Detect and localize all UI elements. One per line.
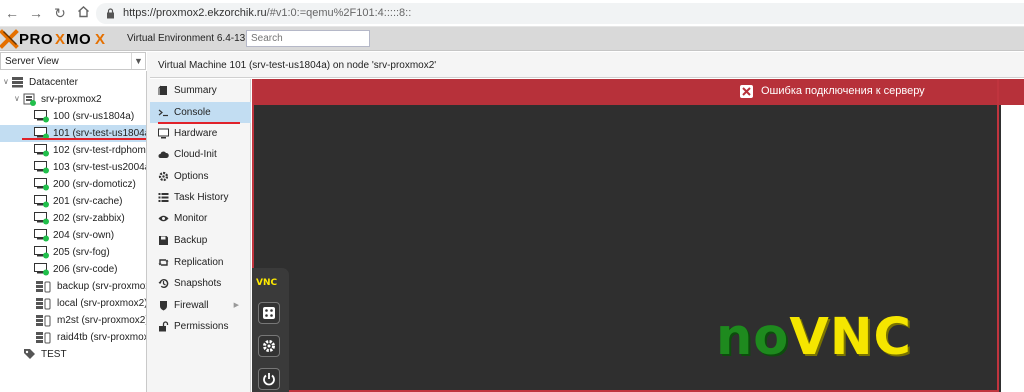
collapse-icon[interactable]: ∨ bbox=[14, 94, 20, 103]
gear-icon bbox=[158, 171, 169, 182]
tree-item-storage[interactable]: local (srv-proxmox2) bbox=[0, 295, 146, 313]
annotation-underline-console bbox=[158, 122, 240, 124]
datacenter-icon bbox=[11, 76, 24, 91]
menu-item-backup[interactable]: Backup bbox=[150, 230, 251, 251]
url-text: https://proxmox2.ekzorchik.ru/#v1:0:=qem… bbox=[123, 7, 412, 19]
back-icon[interactable]: ← bbox=[4, 5, 20, 21]
scrollbar-strip bbox=[1001, 105, 1024, 392]
menu-item-console[interactable]: Console bbox=[150, 102, 251, 123]
menu-item-cloud-init[interactable]: Cloud-Init bbox=[150, 144, 251, 165]
vm-running-icon bbox=[34, 127, 50, 143]
vm-title: Virtual Machine 101 (srv-test-us1804a) o… bbox=[158, 60, 437, 71]
tree-item-node[interactable]: ∨ srv-proxmox2 bbox=[0, 91, 146, 109]
tree-item-vm[interactable]: 200 (srv-domoticz) bbox=[0, 176, 146, 194]
search-input[interactable] bbox=[246, 30, 370, 47]
storage-icon bbox=[35, 314, 51, 330]
version-label: Virtual Environment 6.4-13 bbox=[127, 33, 246, 44]
tree-item-vm[interactable]: 102 (srv-test-rdphome) bbox=[0, 142, 146, 160]
vm-running-icon bbox=[34, 246, 50, 262]
server-view-select[interactable]: Server View ▼ bbox=[0, 52, 146, 70]
browser-toolbar: ← → ↻ https://proxmox2.ekzorchik.ru/#v1:… bbox=[0, 0, 1024, 27]
menu-item-hardware[interactable]: Hardware bbox=[150, 123, 251, 144]
storage-icon bbox=[35, 280, 51, 296]
app-header: PRO X MO X Virtual Environment 6.4-13 bbox=[0, 27, 1024, 51]
menu-item-firewall[interactable]: Firewall ▶ bbox=[150, 295, 251, 316]
vm-header: Virtual Machine 101 (srv-test-us1804a) o… bbox=[150, 52, 1024, 78]
svg-text:MO: MO bbox=[66, 31, 91, 48]
hardware-icon bbox=[158, 128, 169, 139]
lock-icon bbox=[106, 8, 115, 22]
menu-item-permissions[interactable]: Permissions bbox=[150, 316, 251, 337]
summary-icon bbox=[158, 85, 169, 96]
shield-icon bbox=[158, 300, 169, 311]
tree-item-vm[interactable]: 206 (srv-code) bbox=[0, 261, 146, 279]
unlock-icon bbox=[158, 321, 169, 332]
console-area[interactable]: Ошибка подключения к серверу VNC noVNC bbox=[252, 79, 1024, 392]
list-icon bbox=[158, 192, 169, 203]
tree-item-vm[interactable]: 205 (srv-fog) bbox=[0, 244, 146, 262]
vm-running-icon bbox=[34, 110, 50, 126]
svg-text:X: X bbox=[95, 31, 105, 48]
annotation-underline-vm bbox=[22, 138, 146, 140]
console-icon bbox=[158, 107, 169, 118]
history-icon bbox=[158, 278, 169, 289]
novnc-control-bar: VNC bbox=[252, 268, 289, 392]
vm-running-icon bbox=[34, 144, 50, 160]
tree-item-vm[interactable]: 202 (srv-zabbix) bbox=[0, 210, 146, 228]
collapse-icon[interactable]: ∨ bbox=[3, 77, 9, 86]
retweet-icon bbox=[158, 257, 169, 268]
vm-running-icon bbox=[34, 212, 50, 228]
menu-item-replication[interactable]: Replication bbox=[150, 252, 251, 273]
floppy-icon bbox=[158, 235, 169, 246]
vm-running-icon bbox=[34, 195, 50, 211]
svg-text:PRO: PRO bbox=[19, 31, 53, 48]
tree-item-vm[interactable]: 103 (srv-test-us2004a) bbox=[0, 159, 146, 177]
menu-item-summary[interactable]: Summary bbox=[150, 80, 251, 101]
tree-item-storage[interactable]: m2st (srv-proxmox2) bbox=[0, 312, 146, 330]
tree-item-vm[interactable]: 201 (srv-cache) bbox=[0, 193, 146, 211]
tree-item-vm[interactable]: 100 (srv-us1804a) bbox=[0, 108, 146, 126]
svg-text:X: X bbox=[55, 31, 65, 48]
eye-icon bbox=[158, 213, 169, 224]
tree-item-vm[interactable]: 204 (srv-own) bbox=[0, 227, 146, 245]
menu-item-task-history[interactable]: Task History bbox=[150, 187, 251, 208]
vm-menu: Summary Console Hardware Cloud-Init Opti… bbox=[150, 79, 251, 392]
novnc-mini-logo: VNC bbox=[256, 278, 278, 288]
node-icon bbox=[23, 93, 37, 109]
tree-item-storage[interactable]: backup (srv-proxmox2) bbox=[0, 278, 146, 296]
extra-keys-button[interactable] bbox=[258, 302, 280, 324]
reload-icon[interactable]: ↻ bbox=[52, 5, 68, 21]
menu-item-monitor[interactable]: Monitor bbox=[150, 208, 251, 229]
server-view-label: Server View bbox=[5, 56, 59, 67]
tree-item-datacenter[interactable]: ∨ Datacenter bbox=[0, 74, 146, 91]
cloud-icon bbox=[158, 149, 169, 160]
vm-running-icon bbox=[34, 178, 50, 194]
vm-running-icon bbox=[34, 229, 50, 245]
tag-icon bbox=[23, 348, 37, 363]
address-bar[interactable]: https://proxmox2.ekzorchik.ru/#v1:0:=qem… bbox=[96, 3, 1024, 24]
resource-tree: ∨ Datacenter ∨ srv-proxmox2 100 (srv-us1… bbox=[0, 71, 147, 392]
chevron-down-icon[interactable]: ▼ bbox=[131, 53, 145, 69]
home-icon[interactable] bbox=[75, 5, 91, 21]
menu-item-snapshots[interactable]: Snapshots bbox=[150, 273, 251, 294]
vm-running-icon bbox=[34, 263, 50, 279]
chevron-right-icon: ▶ bbox=[233, 302, 239, 309]
settings-button[interactable] bbox=[258, 335, 280, 357]
menu-item-options[interactable]: Options bbox=[150, 166, 251, 187]
power-button[interactable] bbox=[258, 368, 280, 390]
novnc-logo: noVNC bbox=[716, 308, 912, 367]
tree-item-pool[interactable]: TEST bbox=[0, 346, 146, 363]
forward-icon[interactable]: → bbox=[28, 5, 44, 21]
storage-icon bbox=[35, 297, 51, 313]
proxmox-logo: PRO X MO X bbox=[0, 29, 105, 49]
vm-running-icon bbox=[34, 161, 50, 177]
